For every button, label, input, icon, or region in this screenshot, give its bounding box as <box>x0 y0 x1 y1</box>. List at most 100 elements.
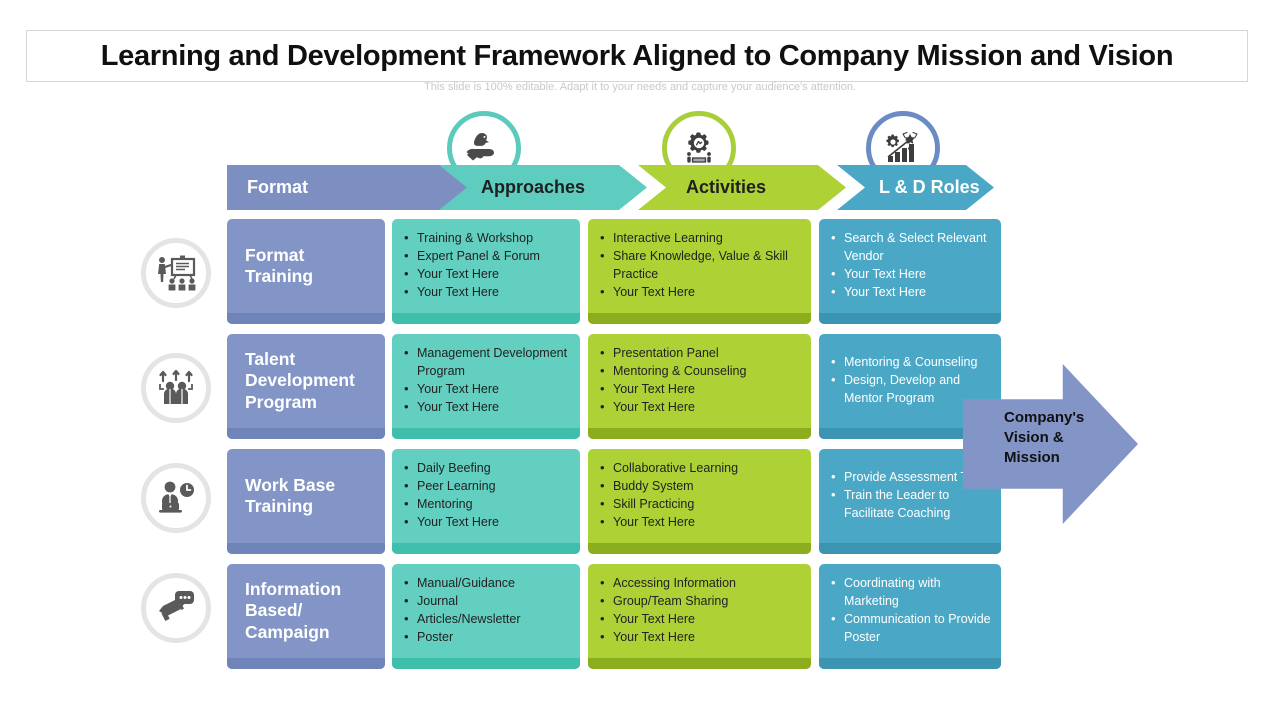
vision-line: Vision & <box>1004 428 1064 446</box>
bullet-list: Search & Select Relevant Vendor Your Tex… <box>831 229 991 303</box>
cell-footer <box>227 543 385 554</box>
vision-line: Mission <box>1004 448 1060 466</box>
format-line: Training <box>245 266 314 286</box>
roles-cell-row1[interactable]: Search & Select Relevant Vendor Your Tex… <box>819 219 1001 324</box>
header-chevron-approaches[interactable]: Approaches <box>439 165 647 210</box>
list-item: Accessing Information <box>600 574 801 593</box>
bullet-list: Coordinating with Marketing Communicatio… <box>831 574 991 647</box>
growth-chart-glyph <box>886 131 918 162</box>
format-line: Campaign <box>245 621 330 642</box>
list-item: Your Text Here <box>600 628 801 647</box>
activities-cell-row3[interactable]: Collaborative Learning Buddy System Skil… <box>588 449 811 554</box>
list-item: Mentoring & Counseling <box>831 353 991 372</box>
cell-footer <box>588 428 811 439</box>
format-line: Development <box>245 370 355 391</box>
person-laptop-clock-glyph <box>159 481 194 513</box>
format-line: Work Base <box>245 474 336 495</box>
cell-footer <box>392 428 580 439</box>
header-chevron-format[interactable]: Format <box>227 165 469 210</box>
list-item: Search & Select Relevant Vendor <box>831 229 991 266</box>
presenter-whiteboard-audience-icon <box>141 238 211 308</box>
vision-mission-label: Company's Vision & Mission <box>1004 408 1124 468</box>
approaches-cell-row3[interactable]: Daily Beefing Peer Learning Mentoring Yo… <box>392 449 580 554</box>
format-cell-row4[interactable]: Information Based/ Campaign <box>227 564 385 669</box>
list-item: Share Knowledge, Value & Skill Practice <box>600 247 801 284</box>
megaphone-speech-glyph <box>159 591 194 621</box>
list-item: Train the Leader to Facilitate Coaching <box>831 486 991 523</box>
header-chevron-activities[interactable]: Activities <box>638 165 846 210</box>
bullet-list: Collaborative Learning Buddy System Skil… <box>600 459 801 533</box>
activities-cell-row4[interactable]: Accessing Information Group/Team Sharing… <box>588 564 811 669</box>
cell-footer <box>392 313 580 324</box>
people-growth-arrows-glyph <box>159 369 193 404</box>
list-item: Your Text Here <box>831 265 991 284</box>
list-item: Poster <box>404 628 570 647</box>
list-item: Buddy System <box>600 477 801 496</box>
activities-cell-row1[interactable]: Interactive Learning Share Knowledge, Va… <box>588 219 811 324</box>
list-item: Manual/Guidance <box>404 574 570 593</box>
bullet-list: Presentation Panel Mentoring & Counselin… <box>600 344 801 418</box>
list-item: Presentation Panel <box>600 344 801 363</box>
header-label-ld-roles: L & D Roles <box>879 177 980 197</box>
format-line: Based/ <box>245 600 303 621</box>
page-title: Learning and Development Framework Align… <box>100 39 1174 72</box>
list-item: Skill Practicing <box>600 495 801 514</box>
list-item: Peer Learning <box>404 477 570 496</box>
bullet-list: Training & Workshop Expert Panel & Forum… <box>404 229 570 303</box>
list-item: Your Text Here <box>600 283 801 302</box>
activities-cell-row2[interactable]: Presentation Panel Mentoring & Counselin… <box>588 334 811 439</box>
list-item: Mentoring & Counseling <box>600 362 801 381</box>
format-cell-row2[interactable]: Talent Development Program <box>227 334 385 439</box>
list-item: Collaborative Learning <box>600 459 801 478</box>
hand-holding-bird-glyph <box>466 133 494 161</box>
list-item: Journal <box>404 592 570 611</box>
person-laptop-clock-icon <box>141 463 211 533</box>
people-growth-arrows-icon <box>141 353 211 423</box>
cell-footer <box>392 543 580 554</box>
format-line: Information <box>245 578 342 599</box>
cell-footer <box>227 428 385 439</box>
list-item: Your Text Here <box>404 265 570 284</box>
page-title-box: Learning and Development Framework Align… <box>26 30 1248 82</box>
list-item: Interactive Learning <box>600 229 801 248</box>
megaphone-speech-bubble-icon <box>141 573 211 643</box>
bullet-list: Accessing Information Group/Team Sharing… <box>600 574 801 648</box>
bullet-list: Management Development Program Your Text… <box>404 344 570 418</box>
format-line: Talent <box>245 348 296 369</box>
list-item: Articles/Newsletter <box>404 610 570 629</box>
cell-footer <box>392 658 580 669</box>
list-item: Daily Beefing <box>404 459 570 478</box>
bullet-list: Daily Beefing Peer Learning Mentoring Yo… <box>404 459 570 533</box>
list-item: Your Text Here <box>600 398 801 417</box>
bullet-list: Manual/Guidance Journal Articles/Newslet… <box>404 574 570 648</box>
format-cell-row3[interactable]: Work Base Training <box>227 449 385 554</box>
roles-cell-row4[interactable]: Coordinating with Marketing Communicatio… <box>819 564 1001 669</box>
cell-footer <box>588 313 811 324</box>
list-item: Your Text Here <box>404 513 570 532</box>
list-item: Expert Panel & Forum <box>404 247 570 266</box>
list-item: Training & Workshop <box>404 229 570 248</box>
list-item: Your Text Here <box>831 283 991 302</box>
format-line: Training <box>245 496 314 516</box>
cell-footer <box>227 313 385 324</box>
cell-footer <box>588 543 811 554</box>
header-label-activities: Activities <box>686 177 767 197</box>
list-item: Coordinating with Marketing <box>831 574 991 611</box>
header-chevron-band: Format Approaches Activities L & D Roles <box>227 165 994 210</box>
format-cell-row1[interactable]: Format Training <box>227 219 385 324</box>
list-item: Management Development Program <box>404 344 570 381</box>
list-item: Your Text Here <box>404 380 570 399</box>
approaches-cell-row4[interactable]: Manual/Guidance Journal Articles/Newslet… <box>392 564 580 669</box>
header-chevron-ld-roles[interactable]: L & D Roles <box>837 165 994 210</box>
format-line: Program <box>245 391 317 412</box>
format-line: Format <box>245 244 305 265</box>
cell-footer <box>819 543 1001 554</box>
approaches-cell-row1[interactable]: Training & Workshop Expert Panel & Forum… <box>392 219 580 324</box>
list-item: Your Text Here <box>600 513 801 532</box>
page-subtitle: This slide is 100% editable. Adapt it to… <box>424 81 856 93</box>
list-item: Your Text Here <box>600 610 801 629</box>
approaches-cell-row2[interactable]: Management Development Program Your Text… <box>392 334 580 439</box>
list-item: Your Text Here <box>600 380 801 399</box>
cell-footer <box>819 313 1001 324</box>
cell-footer <box>819 658 1001 669</box>
